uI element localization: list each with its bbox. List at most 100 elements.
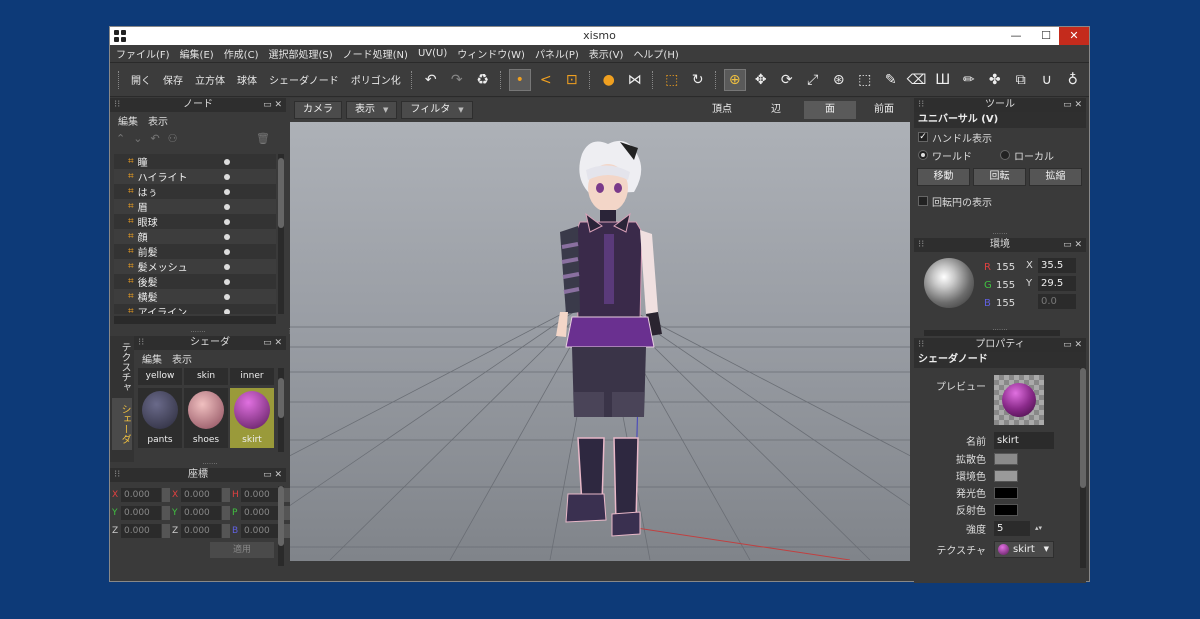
z-field[interactable]: 0.0: [1038, 293, 1076, 309]
scale-icon[interactable]: ⤢: [802, 69, 824, 91]
shader-yellow[interactable]: yellow: [138, 368, 182, 385]
intensity-stepper[interactable]: 5: [994, 520, 1042, 536]
undo-icon[interactable]: ↶: [150, 132, 159, 145]
rotcircle-checkbox[interactable]: 回転円の表示: [914, 192, 1086, 210]
polygonize-button[interactable]: ポリゴン化: [351, 72, 401, 87]
shader-menu-edit[interactable]: 編集: [142, 351, 162, 366]
minimize-button[interactable]: —: [1003, 27, 1029, 45]
copy-icon[interactable]: ⧉: [1010, 69, 1032, 91]
mode-front[interactable]: 前面: [858, 101, 910, 119]
people-icon[interactable]: ⚇: [168, 132, 178, 145]
display-dropdown[interactable]: 表示 ▼: [346, 101, 398, 119]
y-field[interactable]: 29.5: [1038, 275, 1076, 291]
pivot-icon[interactable]: ⊛: [828, 69, 850, 91]
shader-pants[interactable]: pants: [138, 388, 182, 448]
vertex-select-icon[interactable]: •: [508, 68, 531, 91]
pen-icon[interactable]: ✎: [880, 69, 902, 91]
object-select-icon[interactable]: ●: [598, 69, 620, 91]
visibility-icon[interactable]: [223, 218, 230, 225]
move-icon[interactable]: ✥: [750, 69, 772, 91]
menu-file[interactable]: ファイル(F): [116, 46, 170, 61]
move-down-icon[interactable]: ⌄: [133, 132, 142, 145]
maximize-button[interactable]: ☐: [1033, 27, 1059, 45]
emissive-swatch[interactable]: [994, 486, 1018, 499]
node-row[interactable]: ⌗ 顔: [114, 229, 276, 244]
scale-button[interactable]: 拡縮: [1029, 168, 1082, 186]
node-row[interactable]: ⌗ 眉: [114, 199, 276, 214]
node-menu-edit[interactable]: 編集: [118, 113, 138, 128]
face-select-icon[interactable]: ⊡: [561, 69, 583, 91]
shader-menu-view[interactable]: 表示: [172, 351, 192, 366]
menu-view[interactable]: 表示(V): [589, 46, 624, 61]
toolbar-grip[interactable]: [714, 70, 718, 89]
panel-buttons-icon[interactable]: ▭ ✕: [263, 468, 282, 482]
recycle-icon[interactable]: ♻: [472, 69, 494, 91]
drag-handle-icon[interactable]: ⁝⁝: [114, 98, 120, 112]
coord-stepper[interactable]: [162, 488, 170, 502]
redo-icon[interactable]: ↷: [446, 69, 468, 91]
menu-window[interactable]: ウィンドウ(W): [457, 46, 525, 61]
visibility-icon[interactable]: [223, 158, 230, 165]
panel-buttons-icon[interactable]: ▭ ✕: [1063, 238, 1082, 252]
drag-handle-icon[interactable]: ⁝⁝: [918, 238, 924, 252]
toolbar-grip[interactable]: [118, 70, 121, 89]
node-row[interactable]: ⌗ 前髪: [114, 244, 276, 259]
coord-field[interactable]: 0.000: [181, 506, 221, 520]
coord-field[interactable]: 0.000: [121, 506, 161, 520]
visibility-icon[interactable]: [223, 203, 230, 210]
visibility-icon[interactable]: [223, 248, 230, 255]
toolbar-grip[interactable]: [410, 70, 414, 89]
shader-shoes[interactable]: shoes: [184, 388, 228, 448]
specular-swatch[interactable]: [994, 503, 1018, 516]
ambient-swatch[interactable]: [994, 469, 1018, 482]
cube-button[interactable]: 立方体: [195, 72, 225, 87]
close-button[interactable]: ✕: [1059, 27, 1089, 45]
undo-icon[interactable]: ↶: [420, 69, 442, 91]
coord-stepper[interactable]: [222, 524, 230, 538]
drag-handle-icon[interactable]: ⁝⁝: [114, 468, 120, 482]
shader-scrollbar[interactable]: [278, 368, 284, 452]
node-row[interactable]: ⌗ 髪メッシュ: [114, 259, 276, 274]
node-hscrollbar[interactable]: [114, 316, 276, 324]
move-up-icon[interactable]: ⌃: [116, 132, 125, 145]
coord-stepper[interactable]: [162, 506, 170, 520]
open-button[interactable]: 開く: [131, 72, 151, 87]
coord-stepper[interactable]: [222, 506, 230, 520]
node-row[interactable]: ⌗ アイライン: [114, 304, 276, 314]
node-row[interactable]: ⌗ 横髪: [114, 289, 276, 304]
edge-select-icon[interactable]: <: [535, 69, 557, 91]
tab-shader[interactable]: シェーダ: [112, 398, 132, 450]
rect-select-icon[interactable]: ⬚: [661, 69, 683, 91]
node-row[interactable]: ⌗ 瞳: [114, 154, 276, 169]
panel-buttons-icon[interactable]: ▭ ✕: [1063, 338, 1082, 352]
drag-handle-icon[interactable]: ⁝⁝: [138, 336, 144, 350]
visibility-icon[interactable]: [223, 233, 230, 240]
marquee-icon[interactable]: ⬚: [854, 69, 876, 91]
diffuse-swatch[interactable]: [994, 452, 1018, 465]
name-field[interactable]: skirt: [994, 431, 1054, 449]
drag-handle-icon[interactable]: ⁝⁝: [918, 338, 924, 352]
shader-skin[interactable]: skin: [184, 368, 228, 385]
visibility-icon[interactable]: [223, 278, 230, 285]
rotate-icon[interactable]: ⟳: [776, 69, 798, 91]
menu-panel[interactable]: パネル(P): [535, 46, 579, 61]
visibility-icon[interactable]: [223, 188, 230, 195]
coord-scrollbar[interactable]: [278, 486, 284, 566]
menu-help[interactable]: ヘルプ(H): [633, 46, 678, 61]
coord-field[interactable]: 0.000: [181, 524, 221, 538]
rotate-button[interactable]: 回転: [973, 168, 1026, 186]
menu-uv[interactable]: UV(U): [418, 48, 447, 59]
symmetry-icon[interactable]: ⋈: [624, 69, 646, 91]
save-button[interactable]: 保存: [163, 72, 183, 87]
prop-scrollbar[interactable]: [1080, 368, 1086, 568]
toolbar-grip[interactable]: [588, 70, 592, 89]
coord-field[interactable]: 0.000: [181, 488, 221, 502]
toolbar-grip[interactable]: [499, 70, 503, 89]
light-sphere[interactable]: [924, 258, 974, 308]
visibility-icon[interactable]: [223, 308, 230, 314]
visibility-icon[interactable]: [223, 293, 230, 300]
sphere-button[interactable]: 球体: [237, 72, 257, 87]
mode-vertex[interactable]: 頂点: [696, 101, 748, 119]
coord-stepper[interactable]: [222, 488, 230, 502]
visibility-icon[interactable]: [223, 173, 230, 180]
